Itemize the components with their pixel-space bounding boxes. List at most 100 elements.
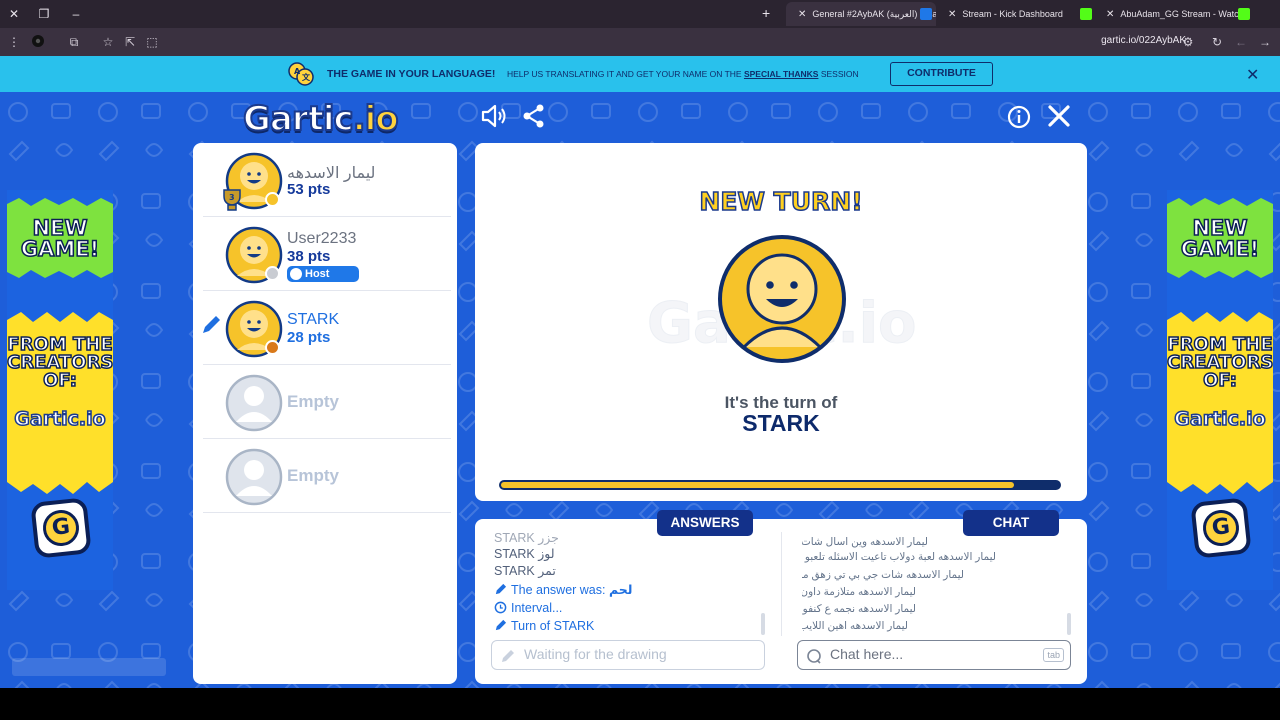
- answer-user: STARK: [494, 531, 535, 545]
- extension-icon[interactable]: [30, 34, 46, 50]
- close-tab-icon[interactable]: ✕: [1106, 3, 1114, 26]
- answers-tab[interactable]: ANSWERS: [657, 510, 753, 536]
- share-page-icon[interactable]: ⇱: [122, 34, 138, 50]
- exit-icon[interactable]: [1046, 103, 1072, 129]
- ad-line2: GAME!: [20, 237, 100, 261]
- sound-icon[interactable]: [480, 103, 506, 129]
- status-dot: [265, 192, 280, 207]
- close-tab-icon[interactable]: ✕: [948, 3, 956, 26]
- share-icon[interactable]: [521, 103, 547, 129]
- player-name: User2233: [287, 230, 357, 247]
- reload-icon[interactable]: ↻: [1209, 34, 1225, 50]
- system-line: Turn of STARK: [494, 619, 594, 633]
- menu-dots-icon[interactable]: ⋮: [6, 34, 22, 50]
- ad-g-badge-icon: G: [1190, 497, 1252, 559]
- panel-divider: [781, 532, 782, 636]
- system-line: Interval...: [494, 601, 562, 615]
- answer-input[interactable]: Waiting for the drawing: [491, 640, 765, 670]
- tab-kick-stream[interactable]: ✕ AbuAdam_GG Stream - Watch: [1094, 2, 1254, 26]
- players-panel: 3 ليمار الاسدهه 53 pts User2233 38 pts H…: [193, 143, 457, 684]
- back-arrow-icon[interactable]: ←: [1233, 34, 1249, 50]
- translation-banner: A 文 THE GAME IN YOUR LANGUAGE! HELP US T…: [0, 56, 1280, 92]
- player-points: 38 pts: [287, 248, 331, 265]
- player-row[interactable]: User2233 38 pts Host: [193, 217, 457, 291]
- ad-gartic-logo: Gartic.io: [14, 407, 107, 431]
- ad-from-creators-text: FROM THE CREATORS OF:: [1167, 335, 1273, 391]
- ad-badge-letter: G: [1201, 508, 1241, 548]
- banner-text-start: HELP US TRANSLATING IT AND GET YOUR NAME…: [507, 69, 742, 79]
- turn-timer-bar: [499, 480, 1061, 490]
- browser-toolbar: ⋮ ⧉ ☆ ⇱ ⬚ gartic.io/022AybAK ⚙ ↻ ← →: [0, 28, 1280, 56]
- empty-slot-label: Empty: [287, 466, 339, 485]
- pencil-icon: [495, 619, 507, 631]
- faded-overlay-widget: [12, 658, 166, 676]
- minimize-window-icon[interactable]: –: [68, 6, 84, 22]
- chat-line: ليمار الاسدهه وين اسال شات جي بي تي: [802, 536, 928, 548]
- ad-banner-left[interactable]: NEW GAME! FROM THE CREATORS OF: Gartic.io G: [7, 190, 113, 590]
- answers-scrollbar[interactable]: [761, 613, 765, 635]
- new-tab-button[interactable]: +: [762, 5, 770, 21]
- trophy-icon: 3: [223, 189, 241, 211]
- ad-new-game-text: NEW GAME!: [7, 217, 113, 261]
- drawing-board[interactable]: Gartic.io NEW TURN! It's the turn of STA…: [475, 143, 1087, 501]
- chat-line: ليمار الاسدهه لعبة دولاب تاعيت الاسئله ت…: [802, 551, 996, 563]
- answer-value: لحم: [608, 583, 633, 597]
- drawing-pencil-icon: [203, 316, 220, 333]
- contribute-button[interactable]: CONTRIBUTE: [890, 62, 993, 86]
- answer-text: تمر: [538, 564, 556, 578]
- bookmark-star-icon[interactable]: ☆: [100, 34, 116, 50]
- close-window-icon[interactable]: ✕: [6, 6, 22, 22]
- translate-icon: A 文: [288, 62, 314, 86]
- player-name: STARK: [287, 311, 340, 328]
- turn-of-line: Turn of STARK: [511, 619, 595, 633]
- ad-banner-right[interactable]: NEW GAME! FROM THE CREATORS OF: Gartic.io G: [1167, 190, 1273, 590]
- chat-input[interactable]: Chat here... tab: [797, 640, 1071, 670]
- close-tab-icon[interactable]: ✕: [798, 3, 806, 26]
- player-name: ليمار الاسدهه: [287, 165, 376, 182]
- player-points: 53 pts: [287, 181, 331, 198]
- empty-avatar: [225, 374, 283, 432]
- gartic-favicon-icon: [920, 8, 932, 20]
- chat-scrollbar[interactable]: [1067, 613, 1071, 635]
- new-turn-heading: NEW TURN!: [699, 186, 864, 217]
- player-row[interactable]: 3 ليمار الاسدهه 53 pts: [193, 143, 457, 217]
- info-icon[interactable]: [1006, 104, 1032, 130]
- close-banner-icon[interactable]: ✕: [1246, 65, 1259, 85]
- chat-line: ليمار الاسدهه اهين اللايب: [802, 620, 908, 632]
- banner-text-end: SESSION: [820, 69, 859, 79]
- answer-line: STARK تمر: [494, 563, 556, 578]
- site-settings-icon[interactable]: ⚙: [1180, 34, 1196, 50]
- extensions-puzzle-icon[interactable]: ⧉: [66, 34, 82, 50]
- tab-key-hint: tab: [1043, 648, 1064, 662]
- tab-title: Stream - Kick Dashboard: [962, 9, 1063, 19]
- player-points: 28 pts: [287, 329, 331, 346]
- player-row[interactable]: STARK 28 pts: [193, 291, 457, 365]
- tab-kick-dashboard[interactable]: ✕ Stream - Kick Dashboard: [936, 2, 1094, 26]
- logo-text: Gartic: [242, 98, 355, 140]
- ad-g-badge-icon: G: [30, 497, 92, 559]
- special-thanks-link[interactable]: SPECIAL THANKS: [744, 69, 818, 79]
- logo-suffix: .io: [352, 98, 400, 140]
- ad-line5: OF:: [1202, 370, 1237, 391]
- host-badge: Host: [287, 266, 359, 282]
- system-line: The answer was: لحم: [494, 582, 632, 597]
- address-bar-url[interactable]: gartic.io/022AybAK: [1101, 35, 1186, 46]
- answer-user: STARK: [494, 564, 535, 578]
- kick-favicon-icon: [1238, 8, 1250, 20]
- status-dot: [265, 266, 280, 281]
- rank-number: 3: [229, 193, 235, 202]
- gartic-logo[interactable]: Gartic.io: [242, 98, 400, 140]
- chat-line: ليمار الاسدهه نجمه ع كنفوو: [802, 603, 916, 615]
- chat-tab[interactable]: CHAT: [963, 510, 1059, 536]
- screenshot-icon[interactable]: ⬚: [144, 34, 160, 50]
- empty-slot-label: Empty: [287, 392, 339, 411]
- smile-icon: [290, 268, 302, 280]
- tab-gartic[interactable]: ✕ General #2AybAK (العربية) - Ga: [786, 2, 936, 26]
- host-label: Host: [305, 268, 330, 280]
- restore-window-icon[interactable]: ❐: [36, 6, 52, 22]
- svg-text:A: A: [294, 67, 301, 76]
- forward-arrow-icon[interactable]: →: [1257, 34, 1273, 50]
- banner-headline: THE GAME IN YOUR LANGUAGE!: [327, 68, 496, 80]
- answer-line: STARK جزر: [494, 530, 559, 545]
- answer-line: STARK لوز: [494, 546, 555, 561]
